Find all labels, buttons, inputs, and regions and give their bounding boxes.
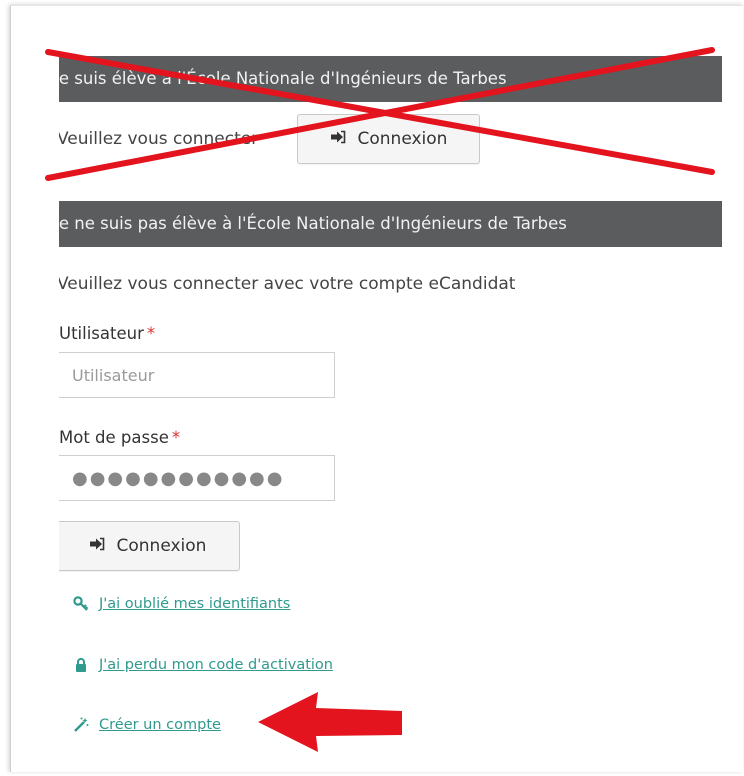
magic-wand-icon [73, 717, 89, 733]
required-mark: * [146, 324, 156, 343]
internal-login-button-label: Connexion [357, 129, 448, 149]
key-icon [73, 596, 89, 612]
section-header-internal: Je suis élève à l'École Nationale d'Ingé… [59, 56, 722, 102]
login-panel: Je suis élève à l'École Nationale d'Ingé… [10, 5, 743, 772]
password-input[interactable] [59, 455, 335, 501]
lost-activation-link[interactable]: J'ai perdu mon code d'activation [99, 657, 333, 673]
login-content: Je suis élève à l'École Nationale d'Ingé… [59, 6, 722, 776]
lost-activation-row: J'ai perdu mon code d'activation [73, 657, 333, 673]
required-mark: * [171, 428, 181, 447]
external-login-button[interactable]: Connexion [59, 521, 240, 571]
forgot-credentials-link[interactable]: J'ai oublié mes identifiants [99, 596, 290, 612]
external-login-button-label: Connexion [116, 536, 207, 556]
username-input[interactable] [59, 352, 335, 398]
create-account-link[interactable]: Créer un compte [99, 717, 221, 733]
sign-in-icon [330, 129, 346, 149]
create-account-row: Créer un compte [73, 717, 221, 733]
external-login-prompt: Veuillez vous connecter avec votre compt… [59, 274, 516, 294]
password-label: Mot de passe * [59, 428, 181, 447]
lock-icon [73, 657, 89, 673]
section-header-external: Je ne suis pas élève à l'École Nationale… [59, 201, 722, 247]
forgot-credentials-row: J'ai oublié mes identifiants [73, 596, 290, 612]
internal-login-prompt: Veuillez vous connecter [59, 129, 259, 149]
sign-in-icon [89, 536, 105, 556]
username-label: Utilisateur * [59, 324, 156, 343]
internal-login-button[interactable]: Connexion [297, 114, 480, 164]
